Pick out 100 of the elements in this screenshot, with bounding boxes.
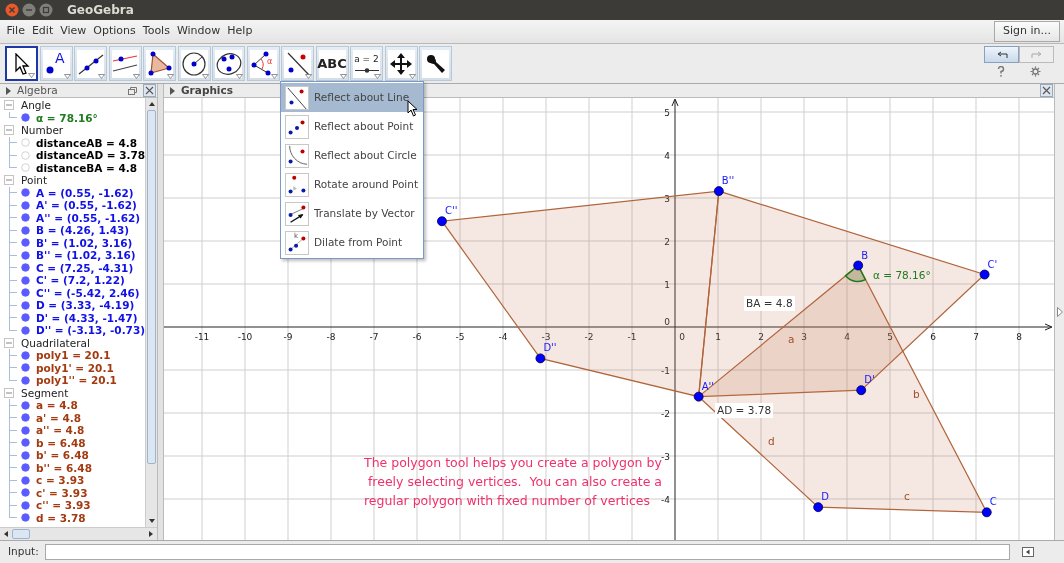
visible-dot-icon[interactable]: [21, 350, 30, 360]
algebra-entry[interactable]: a' = 4.8: [36, 412, 81, 423]
algebra-entry[interactable]: b'' = 6.48: [36, 462, 92, 473]
algebra-entry[interactable]: b = 6.48: [36, 437, 86, 448]
algebra-entry[interactable]: A'' = (0.55, -1.62): [36, 212, 141, 223]
algebra-entry[interactable]: a = 4.8: [36, 400, 78, 411]
settings-icon[interactable]: [1030, 66, 1042, 77]
point[interactable]: [693, 391, 704, 402]
visible-dot-icon[interactable]: [21, 313, 30, 323]
algebra-entry[interactable]: distanceAB = 4.8: [36, 137, 138, 148]
algebra-entry[interactable]: A' = (0.55, -1.62): [36, 200, 137, 211]
visible-dot-icon[interactable]: [21, 363, 30, 373]
algebra-entry[interactable]: D'' = (-3.13, -0.73): [36, 325, 145, 336]
menu-item[interactable]: Tools: [139, 23, 174, 40]
visible-dot-icon[interactable]: [21, 425, 30, 435]
tool-menu-item[interactable]: Reflect about Point: [281, 112, 423, 141]
menu-item[interactable]: Edit: [28, 23, 57, 40]
visible-dot-icon[interactable]: [21, 325, 30, 335]
tool-menu-item[interactable]: Reflect about Line: [281, 83, 423, 112]
point[interactable]: [853, 260, 864, 271]
point[interactable]: [981, 507, 992, 518]
algebra-entry[interactable]: distanceBA = 4.8: [36, 162, 138, 173]
algebra-entry[interactable]: poly1' = 20.1: [36, 362, 114, 373]
algebra-entry[interactable]: a'' = 4.8: [36, 425, 85, 436]
visible-dot-icon[interactable]: [21, 375, 30, 385]
visible-dot-icon[interactable]: [21, 113, 30, 123]
input-field[interactable]: [44, 544, 1010, 560]
point[interactable]: [979, 269, 990, 280]
algebra-entry[interactable]: b' = 6.48: [36, 450, 89, 461]
algebra-entry[interactable]: D = (3.33, -4.19): [36, 300, 135, 311]
undo-button[interactable]: [984, 46, 1019, 63]
visible-dot-icon[interactable]: [21, 225, 30, 235]
menu-item[interactable]: Window: [173, 23, 224, 40]
visible-dot-icon[interactable]: [21, 275, 30, 285]
visible-dot-icon[interactable]: [21, 400, 30, 410]
point[interactable]: [535, 353, 546, 364]
algebra-entry[interactable]: C'' = (-5.42, 2.46): [36, 287, 140, 298]
scroll-thumb[interactable]: [147, 110, 156, 464]
algebra-entry[interactable]: c' = 3.93: [36, 487, 88, 498]
algebra-entry[interactable]: c = 3.93: [36, 475, 85, 486]
vertical-scrollbar[interactable]: [145, 98, 157, 527]
hidden-dot-icon[interactable]: [21, 150, 30, 160]
visible-dot-icon[interactable]: [21, 488, 30, 498]
close-button[interactable]: [143, 84, 156, 97]
close-button[interactable]: [1040, 84, 1053, 97]
algebra-entry[interactable]: A = (0.55, -1.62): [36, 187, 134, 198]
point[interactable]: [713, 186, 724, 196]
expand-triangle-icon[interactable]: [1056, 307, 1063, 317]
tool-button[interactable]: A: [39, 46, 73, 81]
keyboard-collapse-icon[interactable]: [1022, 547, 1034, 557]
menu-item[interactable]: File: [3, 23, 29, 40]
visible-dot-icon[interactable]: [21, 463, 30, 473]
hidden-dot-icon[interactable]: [21, 163, 30, 173]
visible-dot-icon[interactable]: [21, 438, 30, 448]
collapse-triangle-icon[interactable]: [170, 86, 175, 95]
tool-button[interactable]: α: [246, 46, 280, 81]
algebra-entry[interactable]: d = 3.78: [36, 512, 86, 523]
tool-button[interactable]: ABC: [315, 46, 349, 81]
visible-dot-icon[interactable]: [21, 238, 30, 248]
minimize-icon[interactable]: [22, 3, 36, 17]
visible-dot-icon[interactable]: [21, 450, 30, 460]
menu-item[interactable]: Options: [89, 23, 140, 40]
algebra-entry[interactable]: distanceAD = 3.78: [36, 150, 145, 161]
visible-dot-icon[interactable]: [21, 475, 30, 485]
algebra-entry[interactable]: D' = (4.33, -1.47): [36, 312, 138, 323]
algebra-entry[interactable]: C = (7.25, -4.31): [36, 262, 134, 273]
menu-item[interactable]: Help: [223, 23, 256, 40]
collapse-triangle-icon[interactable]: [6, 86, 11, 95]
algebra-entry[interactable]: B' = (1.02, 3.16): [36, 237, 133, 248]
algebra-entry[interactable]: c'' = 3.93: [36, 500, 91, 511]
tool-menu-item[interactable]: Rotate around Point: [281, 170, 423, 199]
algebra-entry[interactable]: C' = (7.2, 1.22): [36, 275, 125, 286]
help-icon[interactable]: [996, 66, 1005, 77]
visible-dot-icon[interactable]: [21, 288, 30, 298]
hidden-dot-icon[interactable]: [21, 138, 30, 148]
tool-menu-item[interactable]: Translate by Vector: [281, 199, 423, 228]
visible-dot-icon[interactable]: [21, 188, 30, 198]
visible-dot-icon[interactable]: [21, 300, 30, 310]
menu-item[interactable]: View: [56, 23, 90, 40]
tool-button[interactable]: [5, 46, 38, 81]
algebra-entry[interactable]: poly1'' = 20.1: [36, 375, 117, 386]
tool-button[interactable]: a = 2: [350, 46, 383, 81]
visible-dot-icon[interactable]: [21, 200, 30, 210]
close-icon[interactable]: [5, 3, 19, 17]
restore-icon[interactable]: [128, 86, 137, 95]
visible-dot-icon[interactable]: [21, 500, 30, 510]
visible-dot-icon[interactable]: [21, 513, 30, 523]
visible-dot-icon[interactable]: [21, 213, 30, 223]
algebra-entry[interactable]: B'' = (1.02, 3.16): [36, 250, 136, 261]
visible-dot-icon[interactable]: [21, 250, 30, 260]
point[interactable]: [437, 216, 447, 227]
point[interactable]: [813, 502, 824, 513]
maximize-icon[interactable]: [39, 3, 53, 17]
scroll-thumb[interactable]: [12, 529, 30, 539]
visible-dot-icon[interactable]: [21, 413, 30, 423]
sign-in-button[interactable]: Sign in...: [994, 21, 1060, 42]
horizontal-scrollbar[interactable]: [0, 527, 157, 540]
algebra-entry[interactable]: α = 78.16°: [36, 112, 98, 123]
visible-dot-icon[interactable]: [21, 263, 30, 273]
algebra-entry[interactable]: poly1 = 20.1: [36, 350, 111, 361]
